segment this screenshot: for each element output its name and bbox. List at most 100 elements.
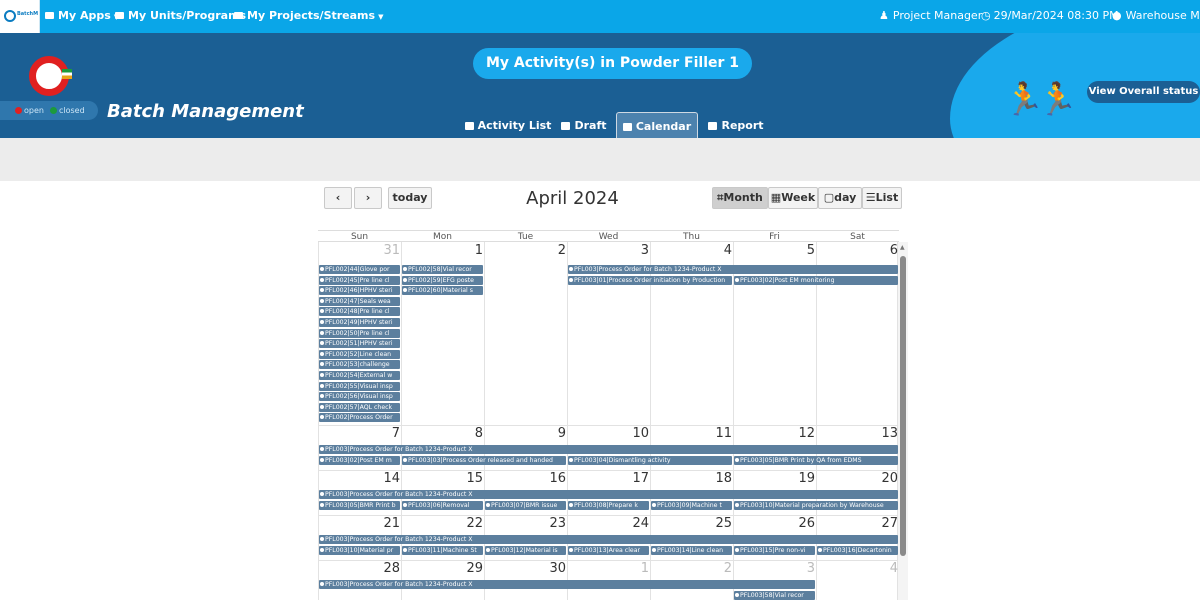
calendar-event[interactable]: PFL003|06|Removal xyxy=(402,500,483,510)
activity-title-button[interactable]: My Activity(s) in Powder Filler 1 xyxy=(473,48,752,79)
view-week-button[interactable]: ▦Week xyxy=(768,187,818,209)
day-number[interactable]: 3 xyxy=(733,561,815,576)
day-number[interactable]: 19 xyxy=(733,471,815,486)
day-number[interactable]: 2 xyxy=(484,243,566,258)
day-number[interactable]: 2 xyxy=(650,561,732,576)
day-number[interactable]: 3 xyxy=(567,243,649,258)
day-number[interactable]: 4 xyxy=(650,243,732,258)
nav-my-apps[interactable]: My Apps▼ xyxy=(45,9,119,22)
day-number[interactable]: 12 xyxy=(733,426,815,441)
app-logo[interactable]: BatchM xyxy=(0,0,40,33)
calendar-event[interactable]: PFL003|10|Material preparation by Wareho… xyxy=(734,500,898,510)
day-number[interactable]: 25 xyxy=(650,516,732,531)
calendar-event[interactable]: PFL003|01|Process Order initiation by Pr… xyxy=(568,275,732,285)
calendar-event[interactable]: PFL002|47|Seals wea xyxy=(319,296,400,306)
calendar-event[interactable]: PFL003|Process Order for Batch 1234-Prod… xyxy=(319,580,815,589)
calendar-event[interactable]: PFL003|02|Post EM monitoring xyxy=(734,275,898,285)
calendar-event[interactable]: PFL002|59|EFG poste xyxy=(402,275,483,285)
day-number[interactable]: 16 xyxy=(484,471,566,486)
day-number[interactable]: 1 xyxy=(567,561,649,576)
calendar-event[interactable]: PFL003|11|Machine St xyxy=(402,545,483,555)
day-number[interactable]: 13 xyxy=(816,426,898,441)
calendar-event[interactable]: PFL002|44|Glove por xyxy=(319,265,400,274)
view-month-button[interactable]: ⌗Month xyxy=(712,187,768,209)
view-overall-status-button[interactable]: View Overall status xyxy=(1087,81,1200,103)
day-number[interactable]: 30 xyxy=(484,561,566,576)
scroll-up-icon[interactable]: ▲ xyxy=(900,244,905,251)
calendar-event[interactable]: PFL003|15|Pre non-vi xyxy=(734,545,815,555)
day-number[interactable]: 21 xyxy=(318,516,400,531)
calendar-event[interactable]: PFL003|Process Order for Batch 1234-Prod… xyxy=(568,265,898,274)
calendar-event[interactable]: PFL003|Process Order for Batch 1234-Prod… xyxy=(319,445,898,454)
calendar-event[interactable]: PFL003|09|Machine t xyxy=(651,500,732,510)
day-number[interactable]: 7 xyxy=(318,426,400,441)
calendar-event[interactable]: PFL002|55|Visual insp xyxy=(319,381,400,391)
day-number[interactable]: 24 xyxy=(567,516,649,531)
tab-calendar[interactable]: Calendar xyxy=(616,112,698,138)
calendar-event[interactable]: PFL002|50|Pre line cl xyxy=(319,328,400,338)
day-number[interactable]: 26 xyxy=(733,516,815,531)
day-number[interactable]: 15 xyxy=(401,471,483,486)
calendar-event[interactable]: PFL003|Process Order for Batch 1234-Prod… xyxy=(319,535,898,544)
calendar-event[interactable]: PFL002|49|HPHV steri xyxy=(319,318,400,327)
calendar-scrollbar[interactable]: ▲ xyxy=(898,242,908,600)
calendar-event[interactable]: PFL003|05|BMR Print b xyxy=(319,500,400,510)
calendar-event[interactable]: PFL003|08|Prepare k xyxy=(568,500,649,510)
day-number[interactable]: 27 xyxy=(816,516,898,531)
calendar-event[interactable]: PFL002|58|Vial recor xyxy=(402,265,483,274)
calendar-event[interactable]: PFL003|05|BMR Print by QA from EDMS xyxy=(734,455,898,465)
tab-draft[interactable]: Draft xyxy=(558,112,610,138)
calendar-event[interactable]: PFL002|54|External w xyxy=(319,371,400,380)
calendar-event[interactable]: PFL002|45|Pre line cl xyxy=(319,275,400,285)
day-number[interactable]: 28 xyxy=(318,561,400,576)
day-number[interactable]: 18 xyxy=(650,471,732,486)
today-button[interactable]: today xyxy=(388,187,432,209)
calendar-event[interactable]: PFL003|13|Area clear xyxy=(568,545,649,555)
day-number[interactable]: 4 xyxy=(816,561,898,576)
prev-month-button[interactable]: ‹ xyxy=(324,187,352,209)
calendar-event[interactable]: PFL003|04|Dismantling activity xyxy=(568,455,732,465)
calendar-event[interactable]: PFL003|16|Decartonin xyxy=(817,545,898,555)
day-number[interactable]: 9 xyxy=(484,426,566,441)
day-number[interactable]: 23 xyxy=(484,516,566,531)
calendar-event[interactable]: PFL003|07|BMR issue xyxy=(485,500,566,510)
calendar-event[interactable]: PFL002|52|Line clean xyxy=(319,349,400,359)
day-number[interactable]: 1 xyxy=(401,243,483,258)
day-number[interactable]: 29 xyxy=(401,561,483,576)
user-menu[interactable]: ●Warehouse Man xyxy=(1112,9,1200,22)
calendar-event[interactable]: PFL002|Process Order xyxy=(319,413,400,423)
user-role[interactable]: ♟ Project Manager xyxy=(879,9,982,22)
calendar-event[interactable]: PFL002|53|challenge xyxy=(319,360,400,370)
calendar-event[interactable]: PFL003|Process Order for Batch 1234-Prod… xyxy=(319,490,898,499)
calendar-event[interactable]: PFL003|03|Process Order released and han… xyxy=(402,455,566,465)
tab-activity-list[interactable]: Activity List xyxy=(462,112,554,138)
calendar-event[interactable]: PFL002|60|Material s xyxy=(402,286,483,296)
calendar-event[interactable]: PFL003|02|Post EM m xyxy=(319,455,400,465)
calendar-event[interactable]: PFL003|10|Material pr xyxy=(319,545,400,555)
calendar-event[interactable]: PFL003|58|Vial recor xyxy=(734,590,815,600)
calendar-event[interactable]: PFL002|48|Pre line cl xyxy=(319,307,400,317)
next-month-button[interactable]: › xyxy=(354,187,382,209)
calendar-event[interactable]: PFL003|14|Line clean xyxy=(651,545,732,555)
day-number[interactable]: 5 xyxy=(733,243,815,258)
day-number[interactable]: 8 xyxy=(401,426,483,441)
day-number[interactable]: 17 xyxy=(567,471,649,486)
view-day-button[interactable]: ▢day xyxy=(818,187,862,209)
calendar-event[interactable]: PFL002|57|AQL check xyxy=(319,402,400,412)
nav-my-units[interactable]: My Units/Programs xyxy=(115,9,246,22)
calendar-event[interactable]: PFL002|51|HPHV steri xyxy=(319,339,400,349)
day-number[interactable]: 14 xyxy=(318,471,400,486)
day-number[interactable]: 20 xyxy=(816,471,898,486)
tab-report[interactable]: Report xyxy=(706,112,766,138)
day-number[interactable]: 11 xyxy=(650,426,732,441)
scrollbar-thumb[interactable] xyxy=(900,256,906,556)
calendar-event[interactable]: PFL002|56|Visual insp xyxy=(319,392,400,402)
calendar-event[interactable]: PFL002|46|HPHV steri xyxy=(319,286,400,296)
day-number[interactable]: 31 xyxy=(318,243,400,258)
day-number[interactable]: 6 xyxy=(816,243,898,258)
nav-my-projects[interactable]: My Projects/Streams ▼ xyxy=(234,9,383,22)
day-number[interactable]: 22 xyxy=(401,516,483,531)
day-number[interactable]: 10 xyxy=(567,426,649,441)
view-list-button[interactable]: ☰List xyxy=(862,187,902,209)
calendar-event[interactable]: PFL003|12|Material is xyxy=(485,545,566,555)
